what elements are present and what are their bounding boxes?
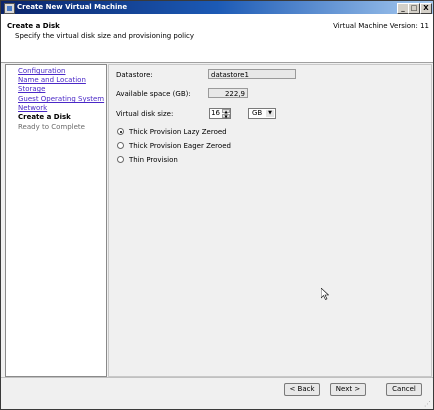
maximize-button[interactable]: □ xyxy=(408,3,420,14)
available-space-field: 222,9 xyxy=(208,88,248,98)
datastore-label: Datastore: xyxy=(116,71,153,79)
radio-label[interactable]: Thick Provision Eager Zeroed xyxy=(129,142,231,150)
radio-label[interactable]: Thin Provision xyxy=(129,156,178,164)
radio-label[interactable]: Thick Provision Lazy Zeroed xyxy=(129,128,227,136)
step-guest-operating-system[interactable]: Guest Operating System xyxy=(18,95,104,103)
page-subtitle: Specify the virtual disk size and provis… xyxy=(15,32,195,40)
step-name-and-location[interactable]: Name and Location xyxy=(18,76,86,84)
disk-size-stepper[interactable]: ▲ ▼ xyxy=(222,109,230,119)
title-bar[interactable]: Create New Virtual Machine _ □ X xyxy=(1,1,433,14)
step-ready-to-complete: Ready to Complete xyxy=(18,123,85,131)
chevron-down-icon[interactable]: ▼ xyxy=(266,110,274,117)
next-button[interactable]: Next > xyxy=(330,383,366,396)
resize-grip-icon[interactable]: ⋰ xyxy=(424,400,432,408)
unit-select-value: GB xyxy=(252,109,263,117)
decrement-arrow-icon[interactable]: ▼ xyxy=(222,114,230,119)
disk-size-unit-select[interactable]: GB ▼ xyxy=(248,108,276,119)
available-space-label: Available space (GB): xyxy=(116,90,191,98)
radio-button[interactable] xyxy=(117,156,124,163)
cancel-button[interactable]: Cancel xyxy=(386,383,422,396)
back-button[interactable]: < Back xyxy=(284,383,320,396)
radio-button-selected[interactable] xyxy=(117,128,124,135)
step-configuration[interactable]: Configuration xyxy=(18,67,65,75)
window-title: Create New Virtual Machine xyxy=(17,3,128,11)
datastore-field: datastore1 xyxy=(208,69,296,79)
footer-divider xyxy=(1,377,433,378)
wizard-window: Create New Virtual Machine _ □ X Create … xyxy=(0,0,434,410)
vm-app-icon xyxy=(4,3,15,14)
increment-arrow-icon[interactable]: ▲ xyxy=(222,109,230,114)
mouse-pointer-icon xyxy=(321,288,329,300)
page-title: Create a Disk xyxy=(7,22,60,30)
step-network[interactable]: Network xyxy=(18,104,47,112)
step-storage[interactable]: Storage xyxy=(18,85,45,93)
wizard-header: Create a Disk Specify the virtual disk s… xyxy=(1,14,433,63)
disk-settings-panel: Datastore: datastore1 Available space (G… xyxy=(108,64,432,377)
step-create-a-disk: Create a Disk xyxy=(18,113,71,121)
wizard-steps-panel: Configuration Name and Location Storage … xyxy=(5,64,107,377)
vm-version-label: Virtual Machine Version: 11 xyxy=(333,22,429,30)
disk-size-label: Virtual disk size: xyxy=(116,110,174,118)
close-button[interactable]: X xyxy=(420,3,432,14)
radio-button[interactable] xyxy=(117,142,124,149)
